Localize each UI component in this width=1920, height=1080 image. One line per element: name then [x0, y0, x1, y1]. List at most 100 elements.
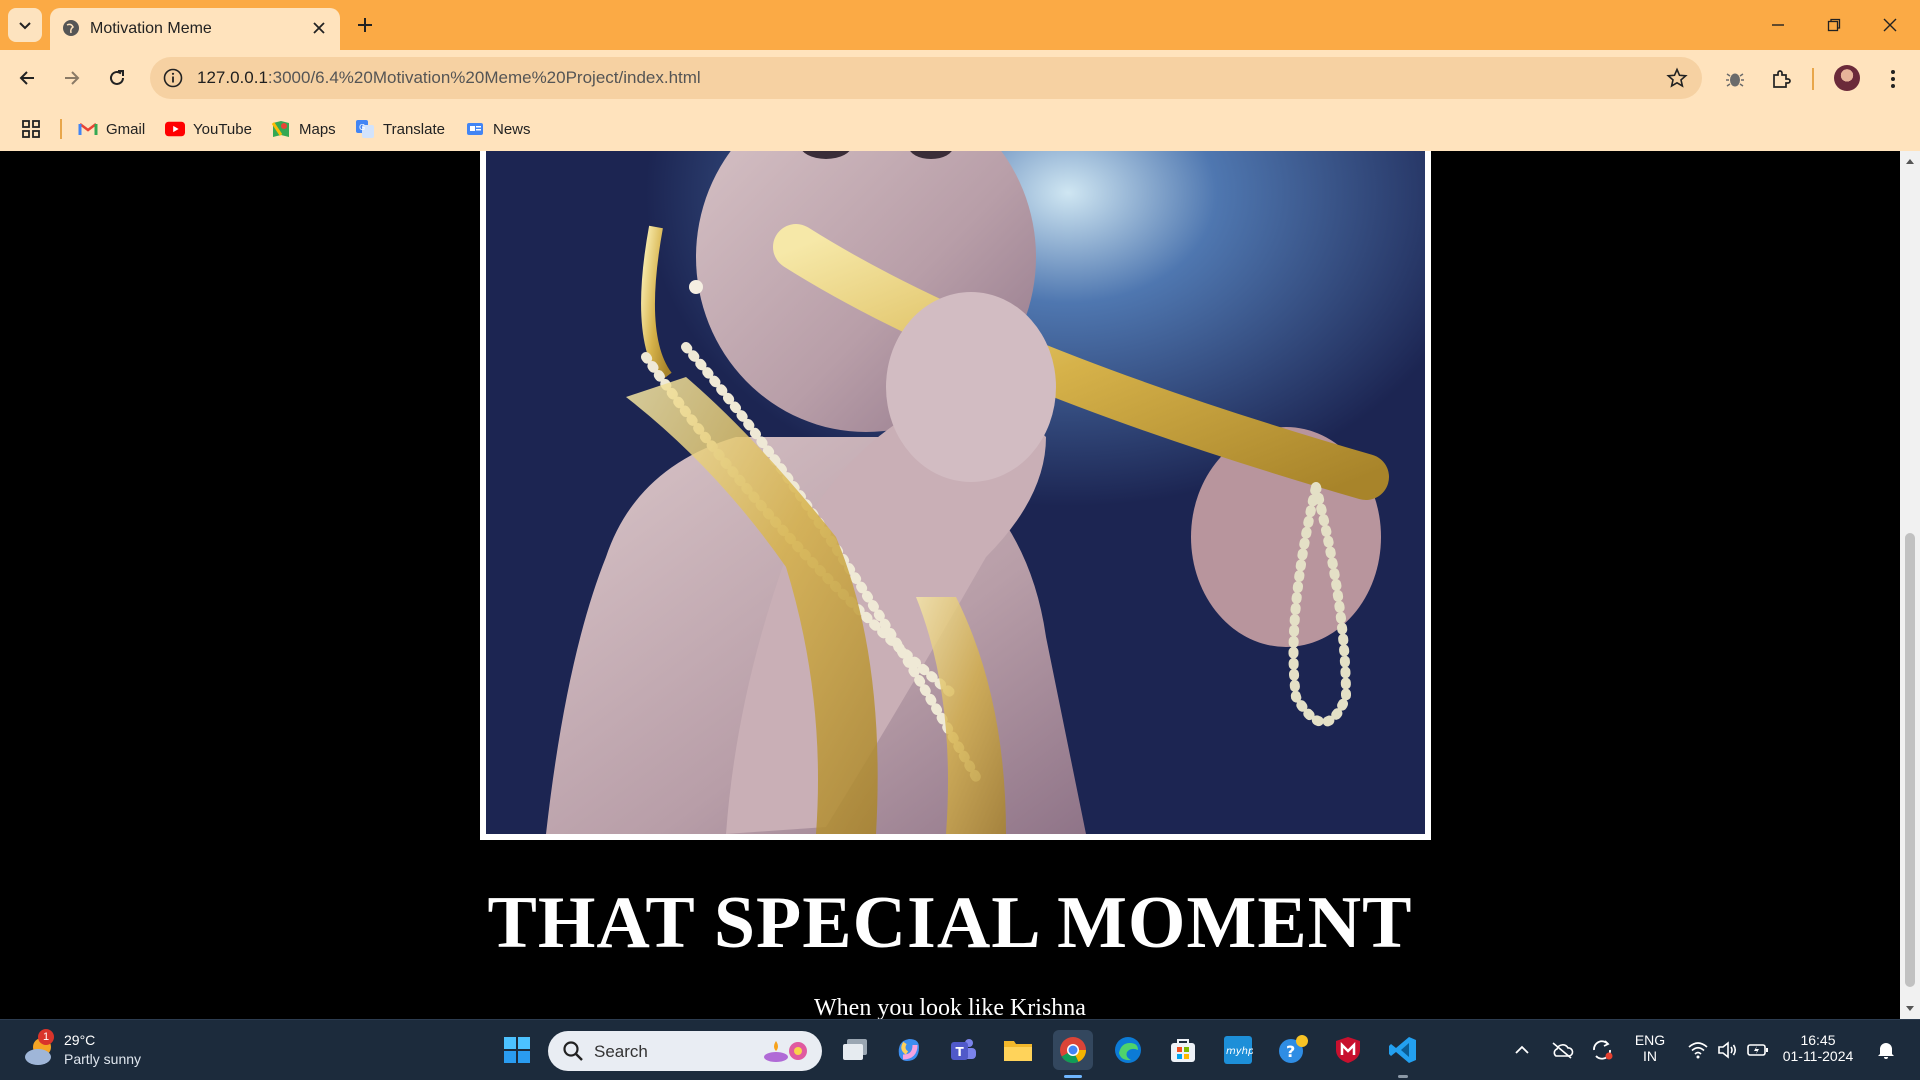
- youtube-icon: [165, 121, 185, 137]
- help-button[interactable]: ?: [1273, 1030, 1313, 1070]
- clock[interactable]: 16:45 01-11-2024: [1778, 1032, 1858, 1064]
- forward-button[interactable]: [54, 60, 90, 96]
- extensions-button[interactable]: [1768, 66, 1794, 92]
- mcafee-button[interactable]: [1328, 1030, 1368, 1070]
- toolbar-divider: [1812, 68, 1814, 90]
- folder-icon: [1004, 1041, 1032, 1061]
- sync-button[interactable]: [1582, 1030, 1622, 1070]
- edge-icon: [1115, 1037, 1141, 1063]
- tab-strip: Motivation Meme: [0, 0, 1920, 50]
- restore-button[interactable]: [1814, 10, 1854, 40]
- weather-badge: 1: [38, 1029, 54, 1045]
- volume-icon: [1718, 1041, 1737, 1059]
- language-indicator[interactable]: ENG IN: [1630, 1032, 1670, 1064]
- page-viewport: THAT SPECIAL MOMENT When you look like K…: [0, 151, 1900, 1019]
- cloud-offline-icon: [1552, 1042, 1574, 1059]
- windows-logo-icon: [504, 1037, 530, 1063]
- extension-bug-button[interactable]: [1722, 66, 1748, 92]
- bookmarks-bar: Gmail YouTube Maps G Translate News: [0, 107, 1920, 151]
- edge-button[interactable]: [1108, 1030, 1148, 1070]
- close-window-button[interactable]: [1870, 10, 1910, 40]
- help-icon: ?: [1279, 1035, 1308, 1063]
- globe-icon: [63, 20, 79, 36]
- tab-search-button[interactable]: [8, 8, 42, 42]
- teams-button[interactable]: T: [943, 1030, 983, 1070]
- myhp-icon: myhp: [1224, 1036, 1253, 1064]
- copilot-button[interactable]: [888, 1030, 928, 1070]
- apps-grid-icon: [22, 120, 40, 138]
- back-button[interactable]: [9, 60, 45, 96]
- mcafee-shield-icon: [1336, 1037, 1360, 1063]
- site-info-icon[interactable]: [162, 67, 184, 89]
- news-icon: [467, 123, 483, 135]
- close-icon: [1883, 18, 1897, 32]
- restore-icon: [1827, 18, 1841, 32]
- reload-icon: [110, 70, 124, 85]
- svg-text:?: ?: [1286, 1042, 1295, 1061]
- bookmark-gmail[interactable]: Gmail: [78, 118, 145, 140]
- reload-button[interactable]: [99, 60, 135, 96]
- bug-icon: [1726, 73, 1744, 87]
- profile-avatar[interactable]: [1834, 65, 1860, 91]
- svg-text:myhp: myhp: [1226, 1046, 1253, 1057]
- bookmark-translate[interactable]: G Translate: [355, 118, 445, 140]
- new-tab-button[interactable]: [352, 12, 378, 38]
- wifi-icon: [1688, 1042, 1708, 1059]
- gmail-icon: [78, 123, 98, 135]
- chevron-up-icon: [1515, 1045, 1529, 1054]
- plus-icon: [358, 18, 372, 32]
- sync-icon: [1593, 1040, 1613, 1060]
- diwali-lamp-icon: [764, 1041, 807, 1062]
- taskbar-search[interactable]: Search: [548, 1031, 822, 1071]
- quick-settings-button[interactable]: [1678, 1030, 1778, 1070]
- bookmark-maps[interactable]: Maps: [271, 118, 336, 140]
- start-button[interactable]: [497, 1030, 537, 1070]
- weather-temp: 29°C: [64, 1032, 96, 1048]
- browser-toolbar: 127.0.0.1:3000/6.4%20Motivation%20Meme%2…: [0, 50, 1920, 107]
- bookmark-news[interactable]: News: [465, 118, 531, 140]
- menu-button[interactable]: [1880, 66, 1906, 92]
- vertical-scrollbar[interactable]: [1900, 151, 1920, 1019]
- file-explorer-button[interactable]: [998, 1030, 1038, 1070]
- bookmark-star-icon[interactable]: [1666, 67, 1688, 89]
- arrow-right-icon: [65, 71, 80, 85]
- chrome-icon: [1060, 1037, 1086, 1064]
- translate-icon: G: [356, 120, 374, 138]
- chevron-down-icon: [19, 22, 31, 30]
- store-button[interactable]: [1163, 1030, 1203, 1070]
- scroll-up-arrow-icon[interactable]: [1900, 155, 1920, 169]
- show-hidden-icons-button[interactable]: [1502, 1030, 1542, 1070]
- apps-button[interactable]: [21, 118, 41, 140]
- weather-desc: Partly sunny: [64, 1051, 142, 1067]
- chrome-active-indicator: [1064, 1075, 1082, 1078]
- address-bar[interactable]: 127.0.0.1:3000/6.4%20Motivation%20Meme%2…: [150, 57, 1702, 99]
- vscode-icon: [1389, 1037, 1416, 1063]
- bookmark-youtube[interactable]: YouTube: [165, 118, 252, 140]
- task-view-button[interactable]: [835, 1030, 875, 1070]
- close-icon: [313, 22, 325, 34]
- task-view-icon: [843, 1039, 867, 1060]
- scrollbar-thumb[interactable]: [1905, 533, 1915, 987]
- myhp-button[interactable]: myhp: [1218, 1030, 1258, 1070]
- notifications-button[interactable]: [1868, 1030, 1904, 1070]
- copilot-icon: [898, 1039, 919, 1061]
- maps-icon: [271, 121, 289, 137]
- onedrive-button[interactable]: [1542, 1030, 1582, 1070]
- puzzle-icon: [1773, 70, 1791, 88]
- meme-image-frame: [480, 151, 1431, 840]
- scroll-down-arrow-icon[interactable]: [1900, 1001, 1920, 1015]
- vscode-button[interactable]: [1383, 1030, 1423, 1070]
- chrome-button[interactable]: [1053, 1030, 1093, 1070]
- bell-icon: [1878, 1043, 1894, 1059]
- weather-widget[interactable]: 1 29°C Partly sunny: [22, 1029, 162, 1073]
- bookmarks-divider: [60, 119, 62, 139]
- store-icon: [1171, 1039, 1195, 1062]
- meme-photo: [486, 151, 1425, 834]
- teams-icon: T: [951, 1039, 976, 1060]
- svg-text:G: G: [359, 123, 365, 132]
- close-tab-button[interactable]: [308, 17, 330, 39]
- tab-motivation-meme[interactable]: Motivation Meme: [50, 8, 340, 50]
- svg-text:T: T: [956, 1045, 965, 1059]
- url-text: 127.0.0.1:3000/6.4%20Motivation%20Meme%2…: [197, 68, 701, 87]
- minimize-button[interactable]: [1758, 10, 1798, 40]
